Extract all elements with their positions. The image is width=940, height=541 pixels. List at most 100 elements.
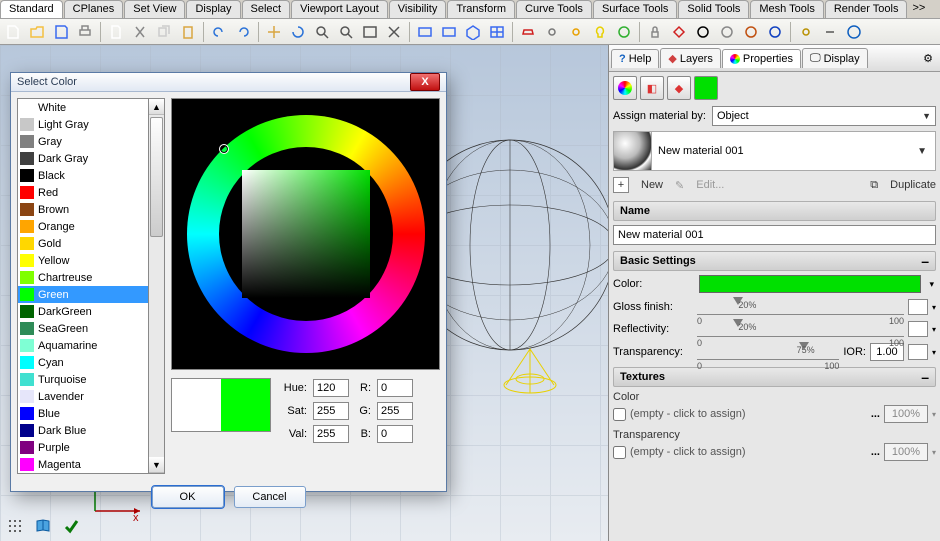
diamond-mode-button[interactable]: ◆	[667, 76, 691, 100]
undo-icon[interactable]	[208, 21, 230, 43]
zoom-window-icon[interactable]	[359, 21, 381, 43]
view-split-icon[interactable]	[486, 21, 508, 43]
duplicate-material-link[interactable]: Duplicate	[890, 179, 936, 191]
collapse-icon[interactable]: –	[921, 256, 929, 266]
color-item-gold[interactable]: Gold	[18, 235, 148, 252]
tab-layers[interactable]: ◆Layers	[660, 48, 721, 68]
paste-icon[interactable]	[177, 21, 199, 43]
saturation-value-box[interactable]	[242, 170, 370, 298]
sun-icon[interactable]	[565, 21, 587, 43]
zoom-out-icon[interactable]	[335, 21, 357, 43]
tex-transp-checkbox[interactable]	[613, 446, 626, 459]
color-item-light-gray[interactable]: Light Gray	[18, 116, 148, 133]
color-item-seagreen[interactable]: SeaGreen	[18, 320, 148, 337]
menu-tab-standard[interactable]: Standard	[0, 0, 63, 18]
view-right-icon[interactable]	[414, 21, 436, 43]
b-input[interactable]	[377, 425, 413, 443]
hue-marker-icon[interactable]	[220, 145, 228, 153]
menu-tab-set-view[interactable]: Set View	[124, 0, 185, 18]
menu-tab-visibility[interactable]: Visibility	[389, 0, 447, 18]
tex-color-browse[interactable]: ...	[871, 408, 880, 420]
collapse-icon[interactable]: –	[921, 372, 929, 382]
color-item-orange[interactable]: Orange	[18, 218, 148, 235]
new-material-link[interactable]: New	[641, 179, 663, 191]
transp-slider[interactable]: 0 75% 100	[697, 344, 839, 360]
eraser-mode-button[interactable]: ◧	[640, 76, 664, 100]
color-item-dark-blue[interactable]: Dark Blue	[18, 422, 148, 439]
hue-input[interactable]	[313, 379, 349, 397]
panel-gear-icon[interactable]: ⚙	[918, 49, 938, 68]
color-item-green[interactable]: Green	[18, 286, 148, 303]
open-file-icon[interactable]	[26, 21, 48, 43]
rotate-view-icon[interactable]	[287, 21, 309, 43]
menu-tab-curve-tools[interactable]: Curve Tools	[516, 0, 592, 18]
dialog-titlebar[interactable]: Select Color X	[11, 73, 446, 92]
tex-color-assign[interactable]: (empty - click to assign)	[630, 408, 867, 420]
print-icon[interactable]	[74, 21, 96, 43]
reflect-slider[interactable]: 0 20% 100	[697, 321, 904, 337]
help-icon[interactable]	[843, 21, 865, 43]
section-name[interactable]: Name	[613, 201, 936, 221]
add-material-button[interactable]: +	[613, 177, 629, 193]
color-item-darkgreen[interactable]: DarkGreen	[18, 303, 148, 320]
pan-icon[interactable]	[263, 21, 285, 43]
green-mode-button[interactable]	[694, 76, 718, 100]
color-item-lavender[interactable]: Lavender	[18, 388, 148, 405]
car-icon[interactable]	[517, 21, 539, 43]
color-item-cyan[interactable]: Cyan	[18, 354, 148, 371]
menu-tab-solid-tools[interactable]: Solid Tools	[678, 0, 749, 18]
tex-transp-assign[interactable]: (empty - click to assign)	[630, 446, 867, 458]
menu-tab-mesh-tools[interactable]: Mesh Tools	[750, 0, 823, 18]
menu-more-icon[interactable]: >>	[908, 0, 929, 18]
ring-icon[interactable]	[692, 21, 714, 43]
zoom-extents-icon[interactable]	[383, 21, 405, 43]
tab-properties[interactable]: Properties	[722, 49, 801, 68]
tab-help[interactable]: ?Help	[611, 49, 659, 68]
tex-color-checkbox[interactable]	[613, 408, 626, 421]
material-slot[interactable]: New material 001 ▼	[613, 131, 936, 171]
sphere-blue-icon[interactable]	[764, 21, 786, 43]
zoom-in-icon[interactable]	[311, 21, 333, 43]
cut-icon[interactable]	[129, 21, 151, 43]
color-item-chartreuse[interactable]: Chartreuse	[18, 269, 148, 286]
color-item-yellow[interactable]: Yellow	[18, 252, 148, 269]
new-file-icon[interactable]	[2, 21, 24, 43]
color-menu-arrow-icon[interactable]: ▾	[927, 279, 936, 290]
color-item-gray[interactable]: Gray	[18, 133, 148, 150]
checkmark-icon[interactable]	[60, 515, 82, 537]
menu-tab-select[interactable]: Select	[242, 0, 291, 18]
tab-display[interactable]: 🖵Display	[802, 48, 868, 68]
r-input[interactable]	[377, 379, 413, 397]
scroll-up-icon[interactable]: ▲	[149, 99, 164, 115]
material-name-input[interactable]	[613, 225, 936, 245]
grid-dots-icon[interactable]	[4, 515, 26, 537]
named-color-list[interactable]: WhiteLight GrayGrayDark GrayBlackRedBrow…	[17, 98, 149, 474]
link-icon[interactable]	[819, 21, 841, 43]
menu-tab-transform[interactable]: Transform	[447, 0, 515, 18]
sphere-render-icon[interactable]	[613, 21, 635, 43]
doc-page-icon[interactable]	[105, 21, 127, 43]
close-icon[interactable]: X	[410, 73, 440, 91]
menu-tab-cplanes[interactable]: CPlanes	[64, 0, 124, 18]
color-item-turquoise[interactable]: Turquoise	[18, 371, 148, 388]
color-item-white[interactable]: White	[18, 99, 148, 116]
gear-big-icon[interactable]	[795, 21, 817, 43]
list-scrollbar[interactable]: ▲ ▼	[149, 98, 165, 474]
reflect-arrow-icon[interactable]: ▾	[932, 325, 936, 334]
bulb-icon[interactable]	[589, 21, 611, 43]
scroll-thumb[interactable]	[150, 117, 163, 237]
material-slot-arrow-icon[interactable]: ▼	[909, 146, 935, 157]
view-back-icon[interactable]	[438, 21, 460, 43]
sphere-copper-icon[interactable]	[740, 21, 762, 43]
color-item-purple[interactable]: Purple	[18, 439, 148, 456]
menu-tab-display[interactable]: Display	[186, 0, 240, 18]
gloss-color-swatch[interactable]	[908, 299, 928, 315]
menu-tab-surface-tools[interactable]: Surface Tools	[593, 0, 677, 18]
menu-tab-viewport-layout[interactable]: Viewport Layout	[291, 0, 388, 18]
scroll-down-icon[interactable]: ▼	[149, 457, 164, 473]
save-icon[interactable]	[50, 21, 72, 43]
color-item-brown[interactable]: Brown	[18, 201, 148, 218]
basic-color-swatch[interactable]	[699, 275, 921, 293]
color-item-dark-gray[interactable]: Dark Gray	[18, 150, 148, 167]
section-basic[interactable]: Basic Settings–	[613, 251, 936, 271]
